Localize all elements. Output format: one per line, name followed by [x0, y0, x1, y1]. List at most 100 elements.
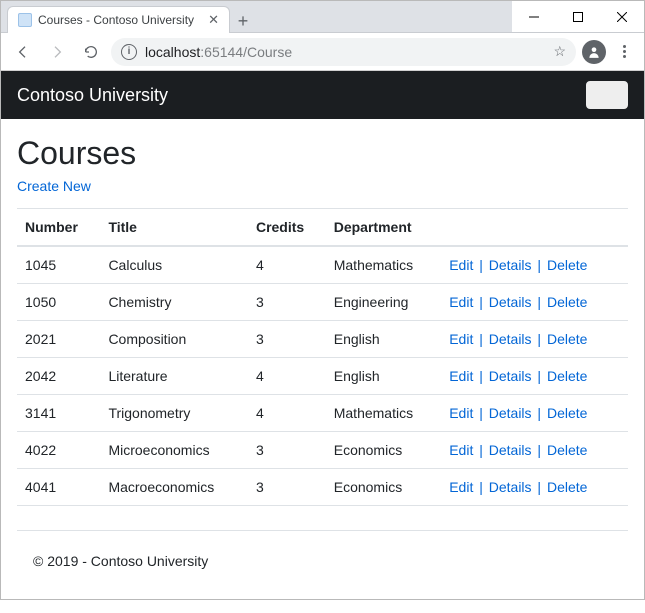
delete-link[interactable]: Delete: [547, 479, 587, 495]
tab-favicon: [18, 13, 32, 27]
url-port: :65144: [200, 44, 243, 60]
tab-title: Courses - Contoso University: [38, 13, 194, 27]
cell-department: English: [326, 321, 441, 358]
cell-actions: Edit | Details | Delete: [441, 358, 628, 395]
back-button[interactable]: [9, 38, 37, 66]
action-separator: |: [532, 331, 547, 347]
page-title: Courses: [17, 135, 628, 172]
details-link[interactable]: Details: [489, 442, 532, 458]
site-navbar: Contoso University: [1, 71, 644, 119]
col-actions: [441, 209, 628, 247]
table-row: 1050Chemistry3EngineeringEdit | Details …: [17, 284, 628, 321]
edit-link[interactable]: Edit: [449, 479, 473, 495]
new-tab-button[interactable]: +: [230, 11, 256, 32]
cell-title: Calculus: [100, 246, 248, 284]
details-link[interactable]: Details: [489, 368, 532, 384]
table-row: 2042Literature4EnglishEdit | Details | D…: [17, 358, 628, 395]
create-new-link[interactable]: Create New: [17, 178, 91, 194]
col-credits: Credits: [248, 209, 326, 247]
cell-department: Economics: [326, 432, 441, 469]
cell-number: 1050: [17, 284, 100, 321]
cell-actions: Edit | Details | Delete: [441, 432, 628, 469]
edit-link[interactable]: Edit: [449, 405, 473, 421]
page-footer: © 2019 - Contoso University: [17, 530, 628, 591]
maximize-button[interactable]: [556, 1, 600, 32]
action-separator: |: [532, 368, 547, 384]
action-separator: |: [532, 442, 547, 458]
edit-link[interactable]: Edit: [449, 368, 473, 384]
details-link[interactable]: Details: [489, 405, 532, 421]
forward-button[interactable]: [43, 38, 71, 66]
address-bar[interactable]: i localhost:65144/Course ☆: [111, 38, 576, 66]
browser-window: Courses - Contoso University ✕ +: [0, 0, 645, 600]
browser-tab[interactable]: Courses - Contoso University ✕: [7, 6, 230, 33]
action-separator: |: [532, 294, 547, 310]
edit-link[interactable]: Edit: [449, 331, 473, 347]
cell-title: Macroeconomics: [100, 469, 248, 506]
details-link[interactable]: Details: [489, 257, 532, 273]
cell-credits: 3: [248, 432, 326, 469]
action-separator: |: [532, 479, 547, 495]
cell-actions: Edit | Details | Delete: [441, 246, 628, 284]
details-link[interactable]: Details: [489, 331, 532, 347]
action-separator: |: [473, 368, 488, 384]
close-window-button[interactable]: [600, 1, 644, 32]
delete-link[interactable]: Delete: [547, 442, 587, 458]
cell-title: Microeconomics: [100, 432, 248, 469]
page-content: Courses Create New Number Title Credits …: [1, 119, 644, 506]
cell-actions: Edit | Details | Delete: [441, 321, 628, 358]
action-separator: |: [473, 442, 488, 458]
reload-button[interactable]: [77, 38, 105, 66]
cell-number: 4041: [17, 469, 100, 506]
minimize-button[interactable]: [512, 1, 556, 32]
action-separator: |: [532, 257, 547, 273]
site-info-icon[interactable]: i: [121, 44, 137, 60]
navbar-brand[interactable]: Contoso University: [17, 85, 168, 106]
titlebar: Courses - Contoso University ✕ +: [1, 1, 644, 33]
col-department: Department: [326, 209, 441, 247]
cell-department: English: [326, 358, 441, 395]
cell-title: Composition: [100, 321, 248, 358]
cell-department: Mathematics: [326, 395, 441, 432]
cell-department: Engineering: [326, 284, 441, 321]
delete-link[interactable]: Delete: [547, 368, 587, 384]
url-host: localhost: [145, 44, 200, 60]
edit-link[interactable]: Edit: [449, 442, 473, 458]
tab-strip: Courses - Contoso University ✕ +: [1, 1, 512, 33]
details-link[interactable]: Details: [489, 479, 532, 495]
url-path: /Course: [243, 44, 292, 60]
col-number: Number: [17, 209, 100, 247]
delete-link[interactable]: Delete: [547, 294, 587, 310]
cell-number: 1045: [17, 246, 100, 284]
cell-actions: Edit | Details | Delete: [441, 284, 628, 321]
cell-title: Trigonometry: [100, 395, 248, 432]
delete-link[interactable]: Delete: [547, 405, 587, 421]
cell-title: Literature: [100, 358, 248, 395]
bookmark-star-icon[interactable]: ☆: [553, 43, 566, 60]
action-separator: |: [473, 294, 488, 310]
delete-link[interactable]: Delete: [547, 257, 587, 273]
table-header-row: Number Title Credits Department: [17, 209, 628, 247]
cell-actions: Edit | Details | Delete: [441, 469, 628, 506]
navbar-toggle-button[interactable]: [586, 81, 628, 109]
browser-menu-button[interactable]: [612, 43, 636, 60]
action-separator: |: [473, 405, 488, 421]
table-row: 4041Macroeconomics3EconomicsEdit | Detai…: [17, 469, 628, 506]
table-row: 4022Microeconomics3EconomicsEdit | Detai…: [17, 432, 628, 469]
cell-credits: 4: [248, 358, 326, 395]
cell-credits: 3: [248, 469, 326, 506]
cell-department: Economics: [326, 469, 441, 506]
col-title: Title: [100, 209, 248, 247]
url-text: localhost:65144/Course: [145, 44, 545, 60]
cell-department: Mathematics: [326, 246, 441, 284]
cell-number: 3141: [17, 395, 100, 432]
table-row: 2021Composition3EnglishEdit | Details | …: [17, 321, 628, 358]
edit-link[interactable]: Edit: [449, 294, 473, 310]
delete-link[interactable]: Delete: [547, 331, 587, 347]
table-row: 3141Trigonometry4MathematicsEdit | Detai…: [17, 395, 628, 432]
details-link[interactable]: Details: [489, 294, 532, 310]
close-icon[interactable]: ✕: [208, 12, 219, 28]
action-separator: |: [473, 479, 488, 495]
edit-link[interactable]: Edit: [449, 257, 473, 273]
profile-avatar[interactable]: [582, 40, 606, 64]
